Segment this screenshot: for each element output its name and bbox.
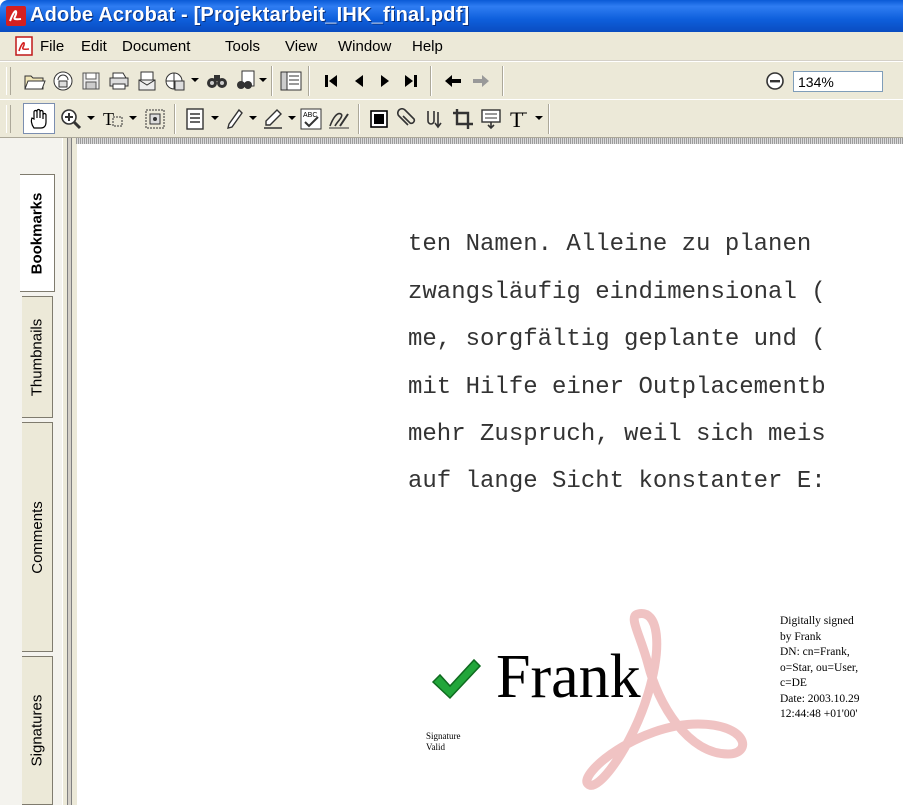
previous-view-icon[interactable] bbox=[440, 68, 466, 94]
valid-checkmark-icon bbox=[431, 658, 482, 700]
hand-tool-icon[interactable] bbox=[23, 103, 55, 134]
toolbar-separator bbox=[358, 104, 360, 134]
menu-view[interactable]: View bbox=[285, 38, 317, 55]
previous-page-icon[interactable] bbox=[346, 68, 372, 94]
svg-text:T: T bbox=[103, 109, 114, 129]
toolbar-separator bbox=[174, 104, 176, 134]
search-icon[interactable] bbox=[204, 68, 230, 94]
tab-comments-label: Comments bbox=[28, 500, 46, 574]
signature-details: Digitally signed by Frank DN: cn=Frank, … bbox=[780, 614, 860, 723]
menu-file[interactable]: File bbox=[40, 38, 64, 55]
graphics-select-icon[interactable] bbox=[142, 106, 168, 132]
toolbar-grip[interactable] bbox=[6, 105, 11, 133]
title-bar[interactable]: Adobe Acrobat - [Projektarbeit_IHK_final… bbox=[0, 0, 903, 32]
toolbar-separator bbox=[308, 66, 310, 96]
text-line: me, sorgfältig geplante und ( bbox=[408, 326, 826, 353]
attach-icon[interactable] bbox=[394, 106, 420, 132]
zoom-in-tool-icon[interactable] bbox=[58, 106, 84, 132]
navigation-tabs-strip: Bookmarks Thumbnails Comments Signatures bbox=[0, 138, 63, 805]
zoom-out-icon[interactable] bbox=[762, 68, 788, 94]
navigation-pane: Bookmarks Thumbnails Comments Signatures bbox=[0, 138, 77, 805]
crop-icon[interactable] bbox=[450, 106, 476, 132]
toolbar-separator bbox=[430, 66, 432, 96]
zoom-field[interactable] bbox=[793, 71, 883, 92]
highlight-tool-dropdown[interactable] bbox=[288, 116, 296, 120]
acrobat-logo-icon bbox=[6, 6, 26, 26]
next-view-icon[interactable] bbox=[468, 68, 494, 94]
window-title: Adobe Acrobat - [Projektarbeit_IHK_final… bbox=[30, 4, 470, 26]
spellcheck-icon[interactable]: ABC bbox=[298, 106, 324, 132]
text-line: mit Hilfe einer Outplacementb bbox=[408, 374, 826, 401]
print-icon[interactable] bbox=[106, 68, 132, 94]
show-hide-navigation-icon[interactable] bbox=[278, 68, 304, 94]
menu-help[interactable]: Help bbox=[412, 38, 443, 55]
save-icon[interactable] bbox=[78, 68, 104, 94]
touchup-text-icon[interactable] bbox=[422, 106, 448, 132]
menu-document[interactable]: Document bbox=[122, 38, 190, 55]
document-menu-icon[interactable] bbox=[14, 36, 34, 56]
note-tool-icon[interactable] bbox=[182, 106, 208, 132]
svg-text:T: T bbox=[510, 108, 524, 130]
web-capture-dropdown[interactable] bbox=[191, 78, 199, 82]
tab-thumbnails[interactable]: Thumbnails bbox=[22, 296, 53, 418]
movie-icon[interactable] bbox=[366, 106, 392, 132]
menu-window[interactable]: Window bbox=[338, 38, 391, 55]
signature-detail-line: by Frank bbox=[780, 630, 822, 643]
signature-detail-line: 12:44:48 +01'00' bbox=[780, 708, 858, 720]
menu-edit[interactable]: Edit bbox=[81, 38, 107, 55]
open-icon[interactable] bbox=[22, 68, 48, 94]
pane-splitter[interactable] bbox=[62, 138, 77, 805]
toolbar-separator bbox=[502, 66, 504, 96]
create-pdf-icon[interactable] bbox=[50, 68, 76, 94]
signature-status-line1: Signature bbox=[426, 731, 461, 741]
text-line: ten Namen. Alleine zu planen bbox=[408, 231, 812, 258]
tab-comments[interactable]: Comments bbox=[22, 422, 53, 652]
signature-detail-line: c=DE bbox=[780, 677, 807, 689]
first-page-icon[interactable] bbox=[318, 68, 344, 94]
splitter-bar bbox=[67, 138, 72, 805]
text-line: zwangsläufig eindimensional ( bbox=[408, 279, 826, 306]
signature-field[interactable]: Frank Signature Valid Digitally signed b… bbox=[418, 594, 903, 805]
svg-text:ABC: ABC bbox=[303, 112, 317, 119]
signature-detail-line: Date: 2003.10.29 bbox=[780, 692, 860, 705]
file-toolbar bbox=[0, 61, 903, 100]
touchup-dropdown[interactable] bbox=[535, 116, 543, 120]
signature-detail-line: Digitally signed bbox=[780, 615, 854, 627]
zoom-tool-dropdown[interactable] bbox=[87, 116, 95, 120]
pencil-tool-icon[interactable] bbox=[222, 106, 248, 132]
last-page-icon[interactable] bbox=[398, 68, 424, 94]
find-dropdown[interactable] bbox=[259, 78, 267, 82]
toolbar-grip[interactable] bbox=[6, 67, 11, 95]
tab-signatures[interactable]: Signatures bbox=[22, 656, 53, 805]
web-capture-icon[interactable] bbox=[162, 68, 188, 94]
tab-signatures-label: Signatures bbox=[28, 694, 46, 767]
toolbar-separator bbox=[271, 66, 273, 96]
find-icon[interactable] bbox=[232, 68, 258, 94]
tools-toolbar: T ABC T bbox=[0, 99, 903, 138]
menu-tools[interactable]: Tools bbox=[225, 38, 260, 55]
form-tool-icon[interactable] bbox=[478, 106, 504, 132]
tab-bookmarks[interactable]: Bookmarks bbox=[20, 174, 55, 292]
signer-name: Frank bbox=[496, 643, 641, 711]
signature-detail-line: o=Star, ou=User, bbox=[780, 661, 859, 674]
menu-bar: File Edit Document Tools View Window Hel… bbox=[0, 32, 903, 61]
signature-detail-line: DN: cn=Frank, bbox=[780, 646, 850, 658]
signature-status: Signature Valid bbox=[426, 731, 461, 753]
pencil-tool-dropdown[interactable] bbox=[249, 116, 257, 120]
text-line: mehr Zuspruch, weil sich meis bbox=[408, 421, 826, 448]
toolbar-separator bbox=[548, 104, 550, 134]
highlight-tool-icon[interactable] bbox=[260, 106, 286, 132]
touchup-text-tool-icon[interactable]: T bbox=[506, 106, 532, 132]
text-line: auf lange Sicht konstanter E: bbox=[408, 468, 826, 495]
email-icon[interactable] bbox=[134, 68, 160, 94]
sign-icon[interactable] bbox=[326, 106, 352, 132]
document-page[interactable]: ten Namen. Alleine zu planen zwangsläufi… bbox=[78, 144, 903, 805]
signature-status-line2: Valid bbox=[426, 742, 445, 752]
tab-bookmarks-label: Bookmarks bbox=[28, 192, 46, 274]
tab-thumbnails-label: Thumbnails bbox=[28, 318, 46, 396]
next-page-icon[interactable] bbox=[372, 68, 398, 94]
note-tool-dropdown[interactable] bbox=[211, 116, 219, 120]
text-select-tool-icon[interactable]: T bbox=[100, 106, 126, 132]
select-tool-dropdown[interactable] bbox=[129, 116, 137, 120]
